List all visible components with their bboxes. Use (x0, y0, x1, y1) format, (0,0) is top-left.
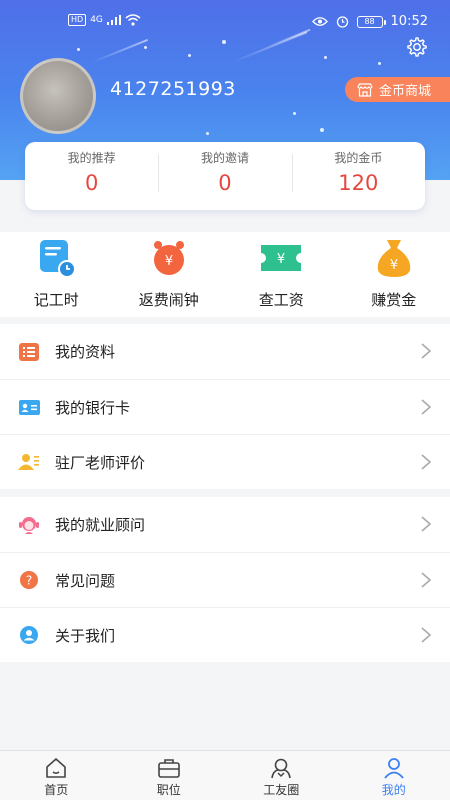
stat-invite[interactable]: 我的邀请 0 (158, 142, 291, 210)
quick-action-earn-bounty[interactable]: ¥ 赚赏金 (338, 232, 450, 317)
chevron-right-icon (421, 516, 432, 532)
tab-label: 职位 (156, 783, 181, 797)
stat-recommend[interactable]: 我的推荐 0 (25, 142, 158, 210)
coin-mall-label: 金币商城 (379, 84, 432, 99)
tab-label: 我的 (381, 783, 406, 797)
about-us-icon (18, 624, 40, 646)
avatar[interactable] (20, 58, 96, 134)
network-badge: HD (68, 14, 87, 26)
stat-label: 我的金币 (334, 151, 383, 165)
teacher-review-icon (18, 451, 40, 473)
eye-icon (311, 17, 328, 26)
menu-item-career-advisor[interactable]: 我的就业顾问 (0, 497, 450, 552)
tab-label: 首页 (44, 783, 69, 797)
signal-label: 4G (90, 15, 103, 25)
tab-community[interactable]: 工友圈 (225, 751, 338, 800)
menu-item-label: 常见问题 (55, 571, 116, 590)
chevron-right-icon (421, 343, 432, 359)
quick-action-label: 查工资 (258, 291, 304, 309)
menu-item-label: 我的资料 (55, 343, 116, 361)
status-bar: HD 4G 88 10:52 (0, 0, 450, 44)
briefcase-icon (157, 759, 180, 778)
clock-time: 10:52 (390, 14, 428, 29)
quick-action-record-hours[interactable]: 记工时 (0, 232, 113, 317)
menu-item-about-us[interactable]: 关于我们 (0, 607, 450, 662)
menu-item-faq[interactable]: ? 常见问题 (0, 552, 450, 607)
stat-coins[interactable]: 我的金币 120 (291, 142, 425, 210)
chevron-right-icon (421, 627, 432, 643)
store-icon (357, 82, 373, 97)
signal-icon (106, 15, 121, 25)
alarm-icon (336, 16, 348, 28)
tab-mine[interactable]: 我的 (338, 751, 450, 800)
clock-record-icon (40, 240, 77, 278)
menu-group-account: 我的资料 我的银行卡 驻厂老师评价 (0, 324, 450, 489)
menu-item-label: 驻厂老师评价 (55, 453, 146, 472)
bank-card-icon (18, 396, 40, 418)
bottom-tab-bar: 首页 职位 工友圈 我的 (0, 750, 450, 800)
menu-item-label: 我的就业顾问 (55, 516, 146, 534)
person-icon (384, 758, 404, 779)
chevron-right-icon (421, 399, 432, 415)
svg-text:¥: ¥ (277, 252, 285, 267)
svg-text:¥: ¥ (165, 254, 173, 269)
menu-item-my-profile[interactable]: 我的资料 (0, 324, 450, 379)
stat-label: 我的邀请 (200, 151, 249, 165)
stat-label: 我的推荐 (67, 151, 116, 165)
advisor-icon (18, 514, 40, 536)
money-bag-icon: ¥ (377, 240, 410, 277)
tab-home[interactable]: 首页 (0, 751, 113, 800)
chevron-right-icon (421, 454, 432, 470)
settings-gear-icon[interactable] (406, 36, 428, 58)
stat-value: 0 (218, 171, 232, 195)
question-icon: ? (18, 569, 40, 591)
menu-item-label: 我的银行卡 (55, 398, 131, 417)
quick-actions: 记工时 ¥ 返费闹钟 ¥ 查工资 ¥ 赚赏金 (0, 232, 450, 317)
menu-item-label: 关于我们 (55, 626, 116, 645)
svg-text:?: ? (26, 574, 32, 588)
stats-card: 我的推荐 0 我的邀请 0 我的金币 120 (25, 142, 425, 210)
battery-indicator: 88 (356, 15, 386, 28)
menu-item-teacher-review[interactable]: 驻厂老师评价 (0, 434, 450, 489)
quick-action-check-salary[interactable]: ¥ 查工资 (225, 232, 338, 317)
chevron-right-icon (421, 572, 432, 588)
stat-value: 120 (338, 171, 379, 195)
menu-group-support: 我的就业顾问 ? 常见问题 关于我们 (0, 497, 450, 662)
home-icon (46, 758, 67, 778)
salary-ticket-icon: ¥ (261, 245, 302, 271)
stat-value: 0 (84, 171, 99, 195)
svg-text:¥: ¥ (390, 258, 398, 273)
coin-mall-button[interactable]: 金币商城 (345, 77, 450, 102)
quick-action-label: 返费闹钟 (138, 291, 199, 309)
menu-item-bank-card[interactable]: 我的银行卡 (0, 379, 450, 434)
quick-action-label: 赚赏金 (371, 291, 417, 309)
profile-list-icon (18, 341, 40, 363)
wifi-icon (125, 14, 141, 26)
tab-label: 工友圈 (263, 783, 300, 797)
username: 4127251993 (110, 78, 236, 100)
quick-action-label: 记工时 (33, 291, 79, 309)
quick-action-rebate-alarm[interactable]: ¥ 返费闹钟 (113, 232, 226, 317)
tab-jobs[interactable]: 职位 (113, 751, 226, 800)
alarm-clock-icon: ¥ (153, 241, 184, 275)
community-icon (271, 758, 292, 779)
